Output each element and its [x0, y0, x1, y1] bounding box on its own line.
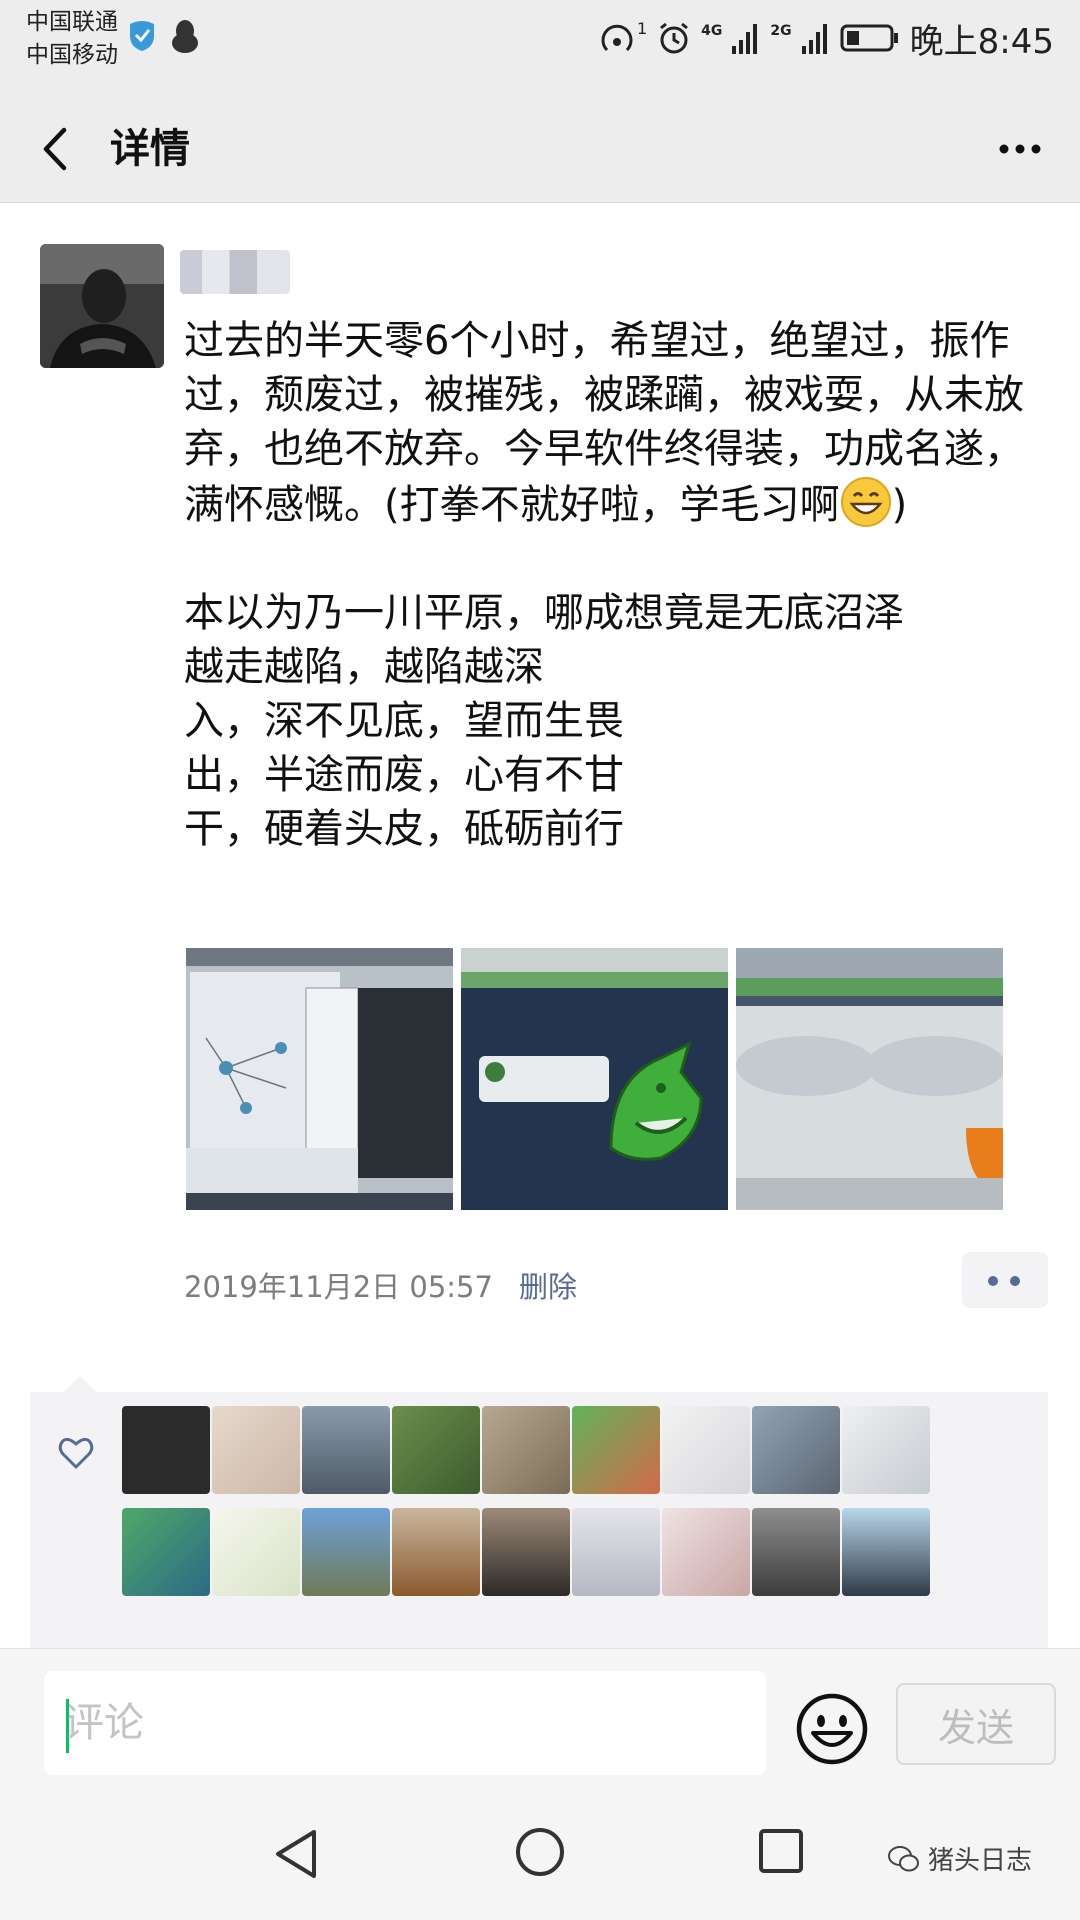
- liker-avatar[interactable]: [572, 1508, 660, 1596]
- liker-avatar[interactable]: [392, 1406, 480, 1494]
- post-timestamp: 2019年11月2日 05:57: [184, 1270, 493, 1304]
- text-caret: [66, 1699, 69, 1753]
- liker-avatar[interactable]: [842, 1406, 930, 1494]
- status-icons: 1 4G 2G 晚上8:45: [601, 16, 1054, 62]
- wechat-logo-icon: [888, 1845, 919, 1871]
- nav-recents-icon[interactable]: [756, 1826, 806, 1876]
- liker-avatar[interactable]: [212, 1508, 300, 1596]
- alarm-icon: [660, 22, 689, 54]
- hotspot-icon: [601, 24, 633, 52]
- back-arrow-icon[interactable]: [34, 116, 78, 182]
- liker-avatar[interactable]: [752, 1508, 840, 1596]
- photo-2[interactable]: [461, 948, 728, 1210]
- grinning-emoji-icon: [840, 477, 891, 527]
- avatar-photo: [40, 244, 164, 368]
- status-bar: 中国联通 中国移动 1 4G 2G 晚上8:45: [0, 0, 1080, 96]
- liker-avatar[interactable]: [662, 1406, 750, 1494]
- liker-avatar[interactable]: [302, 1406, 390, 1494]
- liker-avatar[interactable]: [482, 1508, 570, 1596]
- liker-avatar[interactable]: [122, 1508, 210, 1596]
- battery-icon: [840, 24, 898, 52]
- emoji-smiley-icon[interactable]: [794, 1691, 870, 1767]
- like-comment-button[interactable]: [962, 1252, 1048, 1308]
- post-meta: 2019年11月2日 05:57 删除: [184, 1266, 577, 1308]
- delete-link[interactable]: 删除: [519, 1270, 577, 1304]
- photo-grid: [186, 948, 1003, 1210]
- carrier-1: 中国联通: [26, 9, 118, 35]
- nav-home-icon[interactable]: [512, 1824, 568, 1880]
- nav-back-icon[interactable]: [270, 1826, 326, 1882]
- title-bar: 详情: [0, 96, 1080, 203]
- signal-1-icon: [732, 24, 758, 54]
- liker-avatar[interactable]: [752, 1406, 840, 1494]
- liker-avatar[interactable]: [662, 1508, 750, 1596]
- action-dot-1: [988, 1276, 998, 1286]
- liker-avatar[interactable]: [482, 1406, 570, 1494]
- watermark-text: 猪头日志: [928, 1846, 1033, 1876]
- send-button[interactable]: 发送: [896, 1683, 1056, 1765]
- post-text: 过去的半天零6个小时，希望过，绝望过，振作过，颓废过，被摧残，被蹂躏，被戏耍，从…: [184, 314, 1044, 856]
- system-nav-bar: 猪头日志: [0, 1788, 1080, 1920]
- qq-penguin-icon: [172, 20, 198, 53]
- liker-avatar[interactable]: [842, 1508, 930, 1596]
- liker-avatar[interactable]: [392, 1508, 480, 1596]
- likes-panel: [30, 1376, 1048, 1660]
- comment-bar: 发送: [0, 1648, 1080, 1789]
- heart-icon: [58, 1437, 94, 1469]
- photo-1[interactable]: [186, 948, 453, 1210]
- network-label-2: 2G: [770, 23, 792, 39]
- liker-avatar[interactable]: [212, 1406, 300, 1494]
- network-label-1: 4G: [701, 23, 723, 39]
- clock: 晚上8:45: [909, 21, 1054, 62]
- carrier-2: 中国移动: [26, 42, 118, 68]
- more-options-icon[interactable]: [990, 120, 1050, 178]
- watermark: 猪头日志: [888, 1840, 1032, 1877]
- photo-3[interactable]: [736, 948, 1003, 1210]
- action-dot-2: [1010, 1276, 1020, 1286]
- hotspot-badge: 1: [636, 18, 648, 38]
- liker-avatar[interactable]: [572, 1406, 660, 1494]
- page-title: 详情: [110, 126, 190, 172]
- liker-avatar[interactable]: [302, 1508, 390, 1596]
- author-avatar[interactable]: [40, 244, 164, 368]
- liker-avatar[interactable]: [122, 1406, 210, 1494]
- post-text-part-2: ) 本以为乃一川平原，哪成想竟是无底沼泽 越走越陷，越陷越深 入，深不见底，望而…: [184, 482, 908, 852]
- shield-icon: [130, 21, 154, 51]
- author-name-blurred[interactable]: [180, 250, 290, 294]
- signal-2-icon: [801, 24, 827, 54]
- comment-input[interactable]: [44, 1671, 766, 1775]
- carrier-names: 中国联通 中国移动: [26, 6, 118, 72]
